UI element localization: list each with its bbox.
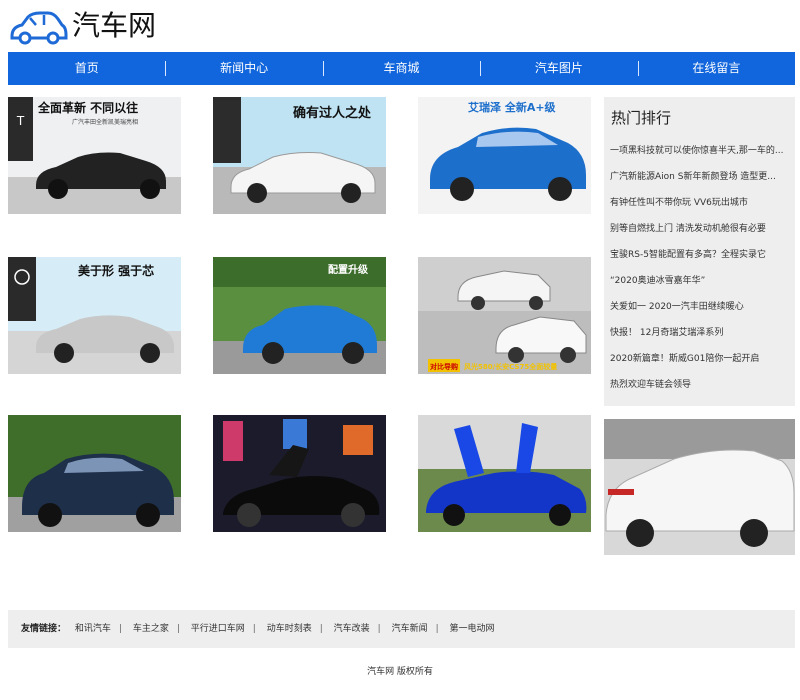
- ranking-item[interactable]: “2020奥迪冰雪嘉年华”: [610, 268, 790, 294]
- ranking-item[interactable]: 一项黑科技就可以使你惊喜半天,那一车的...: [610, 138, 790, 164]
- friend-link[interactable]: 平行进口车网: [191, 624, 245, 634]
- sidebar-concept-car-photo[interactable]: [604, 419, 795, 555]
- banner-text: 全面革新 不同以往: [37, 100, 138, 115]
- banner-subtext: 广汽丰田全新凯美瑞亮相: [72, 118, 138, 126]
- friend-link[interactable]: 动车时刻表: [267, 624, 312, 634]
- friend-link[interactable]: 汽车新闻: [392, 624, 428, 634]
- banner-text: 风光580/长安CS75全面较量: [464, 362, 557, 371]
- car-photo-white-sedan[interactable]: 确有过人之处: [213, 97, 386, 214]
- nav-item-message[interactable]: 在线留言: [637, 52, 795, 85]
- car-photo-suv-comparison[interactable]: 对比导购 风光580/长安CS75全面较量: [418, 257, 591, 374]
- site-title: 汽车网: [72, 9, 157, 42]
- ranking-item[interactable]: 关爱如一 2020一汽丰田继续暖心: [610, 294, 790, 320]
- friend-link[interactable]: 车主之家: [133, 624, 169, 634]
- ranking-item[interactable]: 热烈欢迎车链会领导: [610, 372, 790, 398]
- ranking-item[interactable]: 宝骏RS-5智能配置有多高？全程实录它: [610, 242, 790, 268]
- car-photo-vw-sedan[interactable]: 美于形 强于芯: [8, 257, 181, 374]
- friend-links-bar: 友情链接： 和讯汽车 | 车主之家 | 平行进口车网 | 动车时刻表 | 汽车改装 | 汽…: [8, 610, 795, 648]
- hot-ranking-title: 热门排行: [611, 109, 672, 127]
- nav-item-news[interactable]: 新闻中心: [165, 52, 322, 85]
- nav-item-pictures[interactable]: 汽车图片: [480, 52, 637, 85]
- car-photo-blue-suv[interactable]: 配置升级: [213, 257, 386, 374]
- car-photo-blue-supercar[interactable]: [418, 415, 591, 532]
- ranking-item[interactable]: 2020新篇章！斯威G01陪你一起开启: [610, 346, 790, 372]
- badge-text: 对比导购: [430, 362, 458, 371]
- car-gallery: T 全面革新 不同以往 广汽丰田全新凯美瑞亮相 确有过人之处 艾瑞泽 全新A+级: [8, 97, 593, 555]
- nav-item-mall[interactable]: 车商城: [322, 52, 480, 85]
- car-photo-black-supercar[interactable]: [213, 415, 386, 532]
- friend-link[interactable]: 和讯汽车: [75, 624, 111, 634]
- main-nav: 首页 新闻中心 车商城 汽车图片 在线留言: [8, 52, 795, 85]
- banner-text: 美于形 强于芯: [78, 263, 154, 278]
- svg-text:T: T: [16, 114, 25, 128]
- friend-links-label: 友情链接：: [21, 624, 67, 634]
- friend-link[interactable]: 汽车改装: [334, 624, 370, 634]
- hot-ranking-list: 一项黑科技就可以使你惊喜半天,那一车的... 广汽新能源Aion S新年新颜登场…: [610, 138, 790, 398]
- car-photo-arrizo[interactable]: 艾瑞泽 全新A+级: [418, 97, 591, 214]
- ranking-item[interactable]: 快报！ 12月奇瑞艾瑞泽系列: [610, 320, 790, 346]
- ranking-item[interactable]: 别等自燃找上门 清洗发动机舱很有必要: [610, 216, 790, 242]
- site-header: 汽车网: [8, 4, 208, 48]
- ranking-item[interactable]: 广汽新能源Aion S新年新颜登场 造型更...: [610, 164, 790, 190]
- car-logo-icon[interactable]: [8, 10, 68, 46]
- nav-item-home[interactable]: 首页: [8, 52, 165, 85]
- copyright-footer: 汽车网 版权所有: [367, 667, 433, 677]
- banner-text: 配置升级: [328, 263, 369, 276]
- hot-ranking-panel: 热门排行 一项黑科技就可以使你惊喜半天,那一车的... 广汽新能源Aion S新…: [604, 97, 795, 406]
- friend-link[interactable]: 第一电动网: [450, 624, 495, 634]
- banner-text: 确有过人之处: [293, 105, 372, 121]
- banner-text: 艾瑞泽 全新A+级: [468, 100, 557, 114]
- car-photo-touareg[interactable]: [8, 415, 181, 532]
- car-photo-camry[interactable]: T 全面革新 不同以往 广汽丰田全新凯美瑞亮相: [8, 97, 181, 214]
- ranking-item[interactable]: 有钟任性叫不带你玩 VV6玩出城市: [610, 190, 790, 216]
